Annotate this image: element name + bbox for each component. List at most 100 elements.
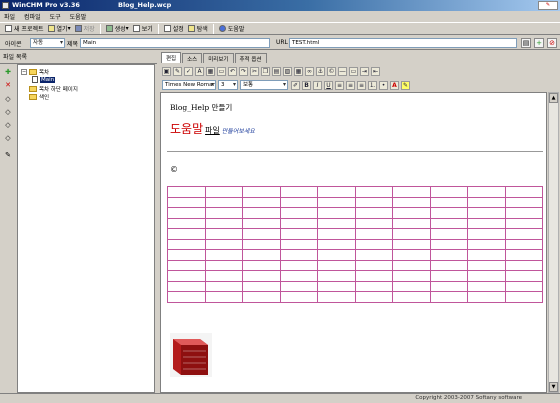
table-cell[interactable] [354, 238, 393, 250]
build-button[interactable]: 생성 ▾ [104, 23, 131, 34]
table-cell[interactable] [354, 270, 393, 282]
collapse-icon[interactable]: − [21, 69, 27, 75]
properties-icon[interactable]: ✎ [4, 151, 12, 159]
table-cell[interactable] [279, 249, 318, 261]
delete-node-icon[interactable]: ✕ [4, 81, 12, 89]
bold-icon[interactable]: B [302, 80, 311, 90]
table-cell[interactable] [467, 196, 506, 208]
spellcheck-icon[interactable]: ✓ [184, 66, 193, 76]
table-cell[interactable] [279, 207, 318, 219]
table-cell[interactable] [204, 280, 243, 292]
save-button[interactable]: 저장 [73, 23, 97, 34]
numbered-list-icon[interactable]: ⒈ [368, 80, 377, 90]
make-link[interactable]: 만들어보세요 [222, 128, 255, 135]
table-cell[interactable] [317, 238, 356, 250]
table-cell[interactable] [317, 196, 356, 208]
table-cell[interactable] [204, 249, 243, 261]
undo-icon[interactable]: ↶ [228, 66, 237, 76]
redo-icon[interactable]: ↷ [239, 66, 248, 76]
explore-button[interactable]: 탐색 [186, 23, 210, 34]
paste-icon[interactable]: ▤ [272, 66, 281, 76]
table-cell[interactable] [204, 259, 243, 271]
table-cell[interactable] [317, 228, 356, 240]
table-cell[interactable] [429, 196, 468, 208]
url-input[interactable]: TEST.html [289, 38, 517, 48]
symbol-icon[interactable]: © [327, 66, 336, 76]
view-button[interactable]: 보기 [131, 23, 155, 34]
table-cell[interactable] [429, 217, 468, 229]
table-cell[interactable] [392, 228, 431, 240]
clear-format-icon[interactable]: ✐ [291, 80, 300, 90]
table-cell[interactable] [279, 217, 318, 229]
menu-help[interactable]: 도움말 [70, 12, 87, 21]
table-cell[interactable] [354, 217, 393, 229]
table-cell[interactable] [242, 238, 281, 250]
table-cell[interactable] [317, 186, 356, 198]
table-cell[interactable] [317, 291, 356, 303]
table-cell[interactable] [504, 270, 543, 282]
print-icon[interactable]: ▭ [217, 66, 226, 76]
table-cell[interactable] [504, 207, 543, 219]
form-icon[interactable]: ▭ [349, 66, 358, 76]
table-cell[interactable] [429, 228, 468, 240]
menu-file[interactable]: 파일 [4, 12, 15, 21]
table-cell[interactable] [242, 270, 281, 282]
help-button[interactable]: 도움말 [217, 23, 247, 34]
table-cell[interactable] [167, 249, 206, 261]
image-icon[interactable]: ▨ [283, 66, 292, 76]
table-cell[interactable] [504, 228, 543, 240]
table-cell[interactable] [392, 291, 431, 303]
table-cell[interactable] [204, 186, 243, 198]
table-cell[interactable] [429, 280, 468, 292]
table-cell[interactable] [504, 238, 543, 250]
table-cell[interactable] [467, 217, 506, 229]
table-cell[interactable] [242, 207, 281, 219]
table-cell[interactable] [429, 291, 468, 303]
outdent-icon[interactable]: ⇤ [371, 66, 380, 76]
title-input[interactable]: Main [80, 38, 270, 48]
table-cell[interactable] [167, 259, 206, 271]
font-name-select[interactable]: Times New Roman [162, 80, 216, 90]
table-cell[interactable] [392, 238, 431, 250]
table-cell[interactable] [504, 217, 543, 229]
tab-preview[interactable]: 미리보기 [203, 53, 234, 63]
settings-button[interactable]: 설정 [162, 23, 186, 34]
table-cell[interactable] [354, 249, 393, 261]
table-cell[interactable] [167, 196, 206, 208]
new-project-button[interactable]: 새 프로젝트 [3, 23, 46, 34]
table-cell[interactable] [279, 270, 318, 282]
tree-node-toc-bottom[interactable]: 목차 하단 페이지 [29, 85, 78, 93]
scroll-down-arrow[interactable]: ▼ [549, 382, 558, 392]
save-page-icon[interactable]: ▣ [162, 66, 171, 76]
indent-icon[interactable]: ⇥ [360, 66, 369, 76]
table-cell[interactable] [467, 280, 506, 292]
table-cell[interactable] [429, 238, 468, 250]
table-cell[interactable] [429, 186, 468, 198]
table-cell[interactable] [467, 249, 506, 261]
table-cell[interactable] [429, 259, 468, 271]
align-center-icon[interactable]: ≡ [346, 80, 355, 90]
move-down-icon[interactable]: ◇ [4, 108, 12, 116]
table-cell[interactable] [242, 249, 281, 261]
table-icon[interactable]: ▦ [294, 66, 303, 76]
table-cell[interactable] [167, 291, 206, 303]
table-cell[interactable] [167, 207, 206, 219]
table-cell[interactable] [204, 228, 243, 240]
menu-tools[interactable]: 도구 [50, 12, 61, 21]
table-cell[interactable] [392, 217, 431, 229]
table-cell[interactable] [467, 291, 506, 303]
table-cell[interactable] [467, 238, 506, 250]
italic-icon[interactable]: I [313, 80, 322, 90]
table-cell[interactable] [392, 270, 431, 282]
anchor-icon[interactable]: ⚓ [316, 66, 325, 76]
table-cell[interactable] [392, 186, 431, 198]
table-cell[interactable] [279, 291, 318, 303]
embedded-image[interactable] [170, 333, 212, 377]
move-right-icon[interactable]: ◇ [4, 134, 12, 142]
table-cell[interactable] [467, 207, 506, 219]
table-cell[interactable] [279, 238, 318, 250]
tab-edit[interactable]: 편집 [161, 52, 182, 63]
table-cell[interactable] [242, 217, 281, 229]
table-cell[interactable] [317, 280, 356, 292]
page-icon[interactable]: ▤ [521, 38, 531, 48]
